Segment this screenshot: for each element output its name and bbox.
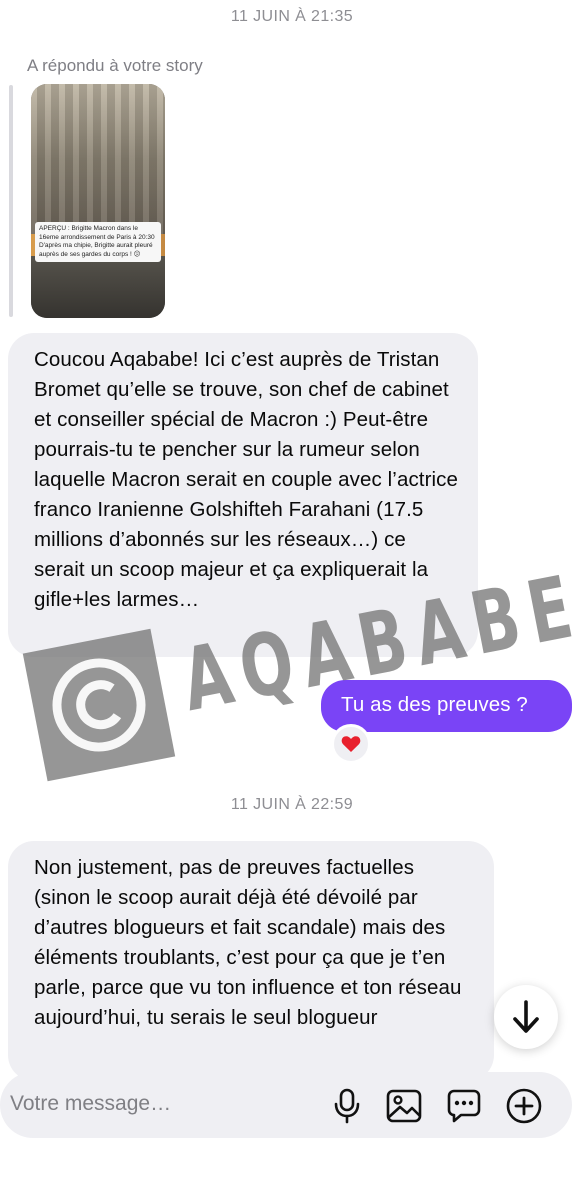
add-button[interactable] [504,1086,544,1126]
arrow-down-icon [513,1000,539,1033]
story-caption: APERÇU : Brigitte Macron dans le 16eme a… [35,222,161,262]
scroll-down-button[interactable] [494,985,558,1049]
reply-quote-line [9,85,13,317]
image-icon [386,1089,422,1123]
message-composer [0,1072,572,1138]
story-image-building [31,84,165,234]
heart-icon [341,736,361,752]
timestamp-2: 11 JUIN À 22:59 [230,796,354,813]
chat-bubble-icon [447,1089,481,1123]
microphone-button[interactable] [327,1086,367,1126]
incoming-message-1[interactable]: Coucou Aqababe! Ici c’est auprès de Tris… [8,333,478,657]
heart-reaction[interactable] [331,724,371,764]
microphone-icon [334,1088,360,1124]
gallery-button[interactable] [384,1086,424,1126]
story-image-street [31,256,165,318]
plus-circle-icon [506,1088,542,1124]
incoming-message-2[interactable]: Non justement, pas de preuves factuelles… [8,841,494,1081]
story-reply-label: A répondu à votre story [27,56,203,75]
outgoing-message-1[interactable]: Tu as des preuves ? [321,680,572,732]
sticker-button[interactable] [444,1086,484,1126]
story-preview-thumbnail[interactable]: APERÇU : Brigitte Macron dans le 16eme a… [31,84,165,318]
message-input[interactable] [10,1092,310,1116]
timestamp-1: 11 JUIN À 21:35 [230,8,354,25]
